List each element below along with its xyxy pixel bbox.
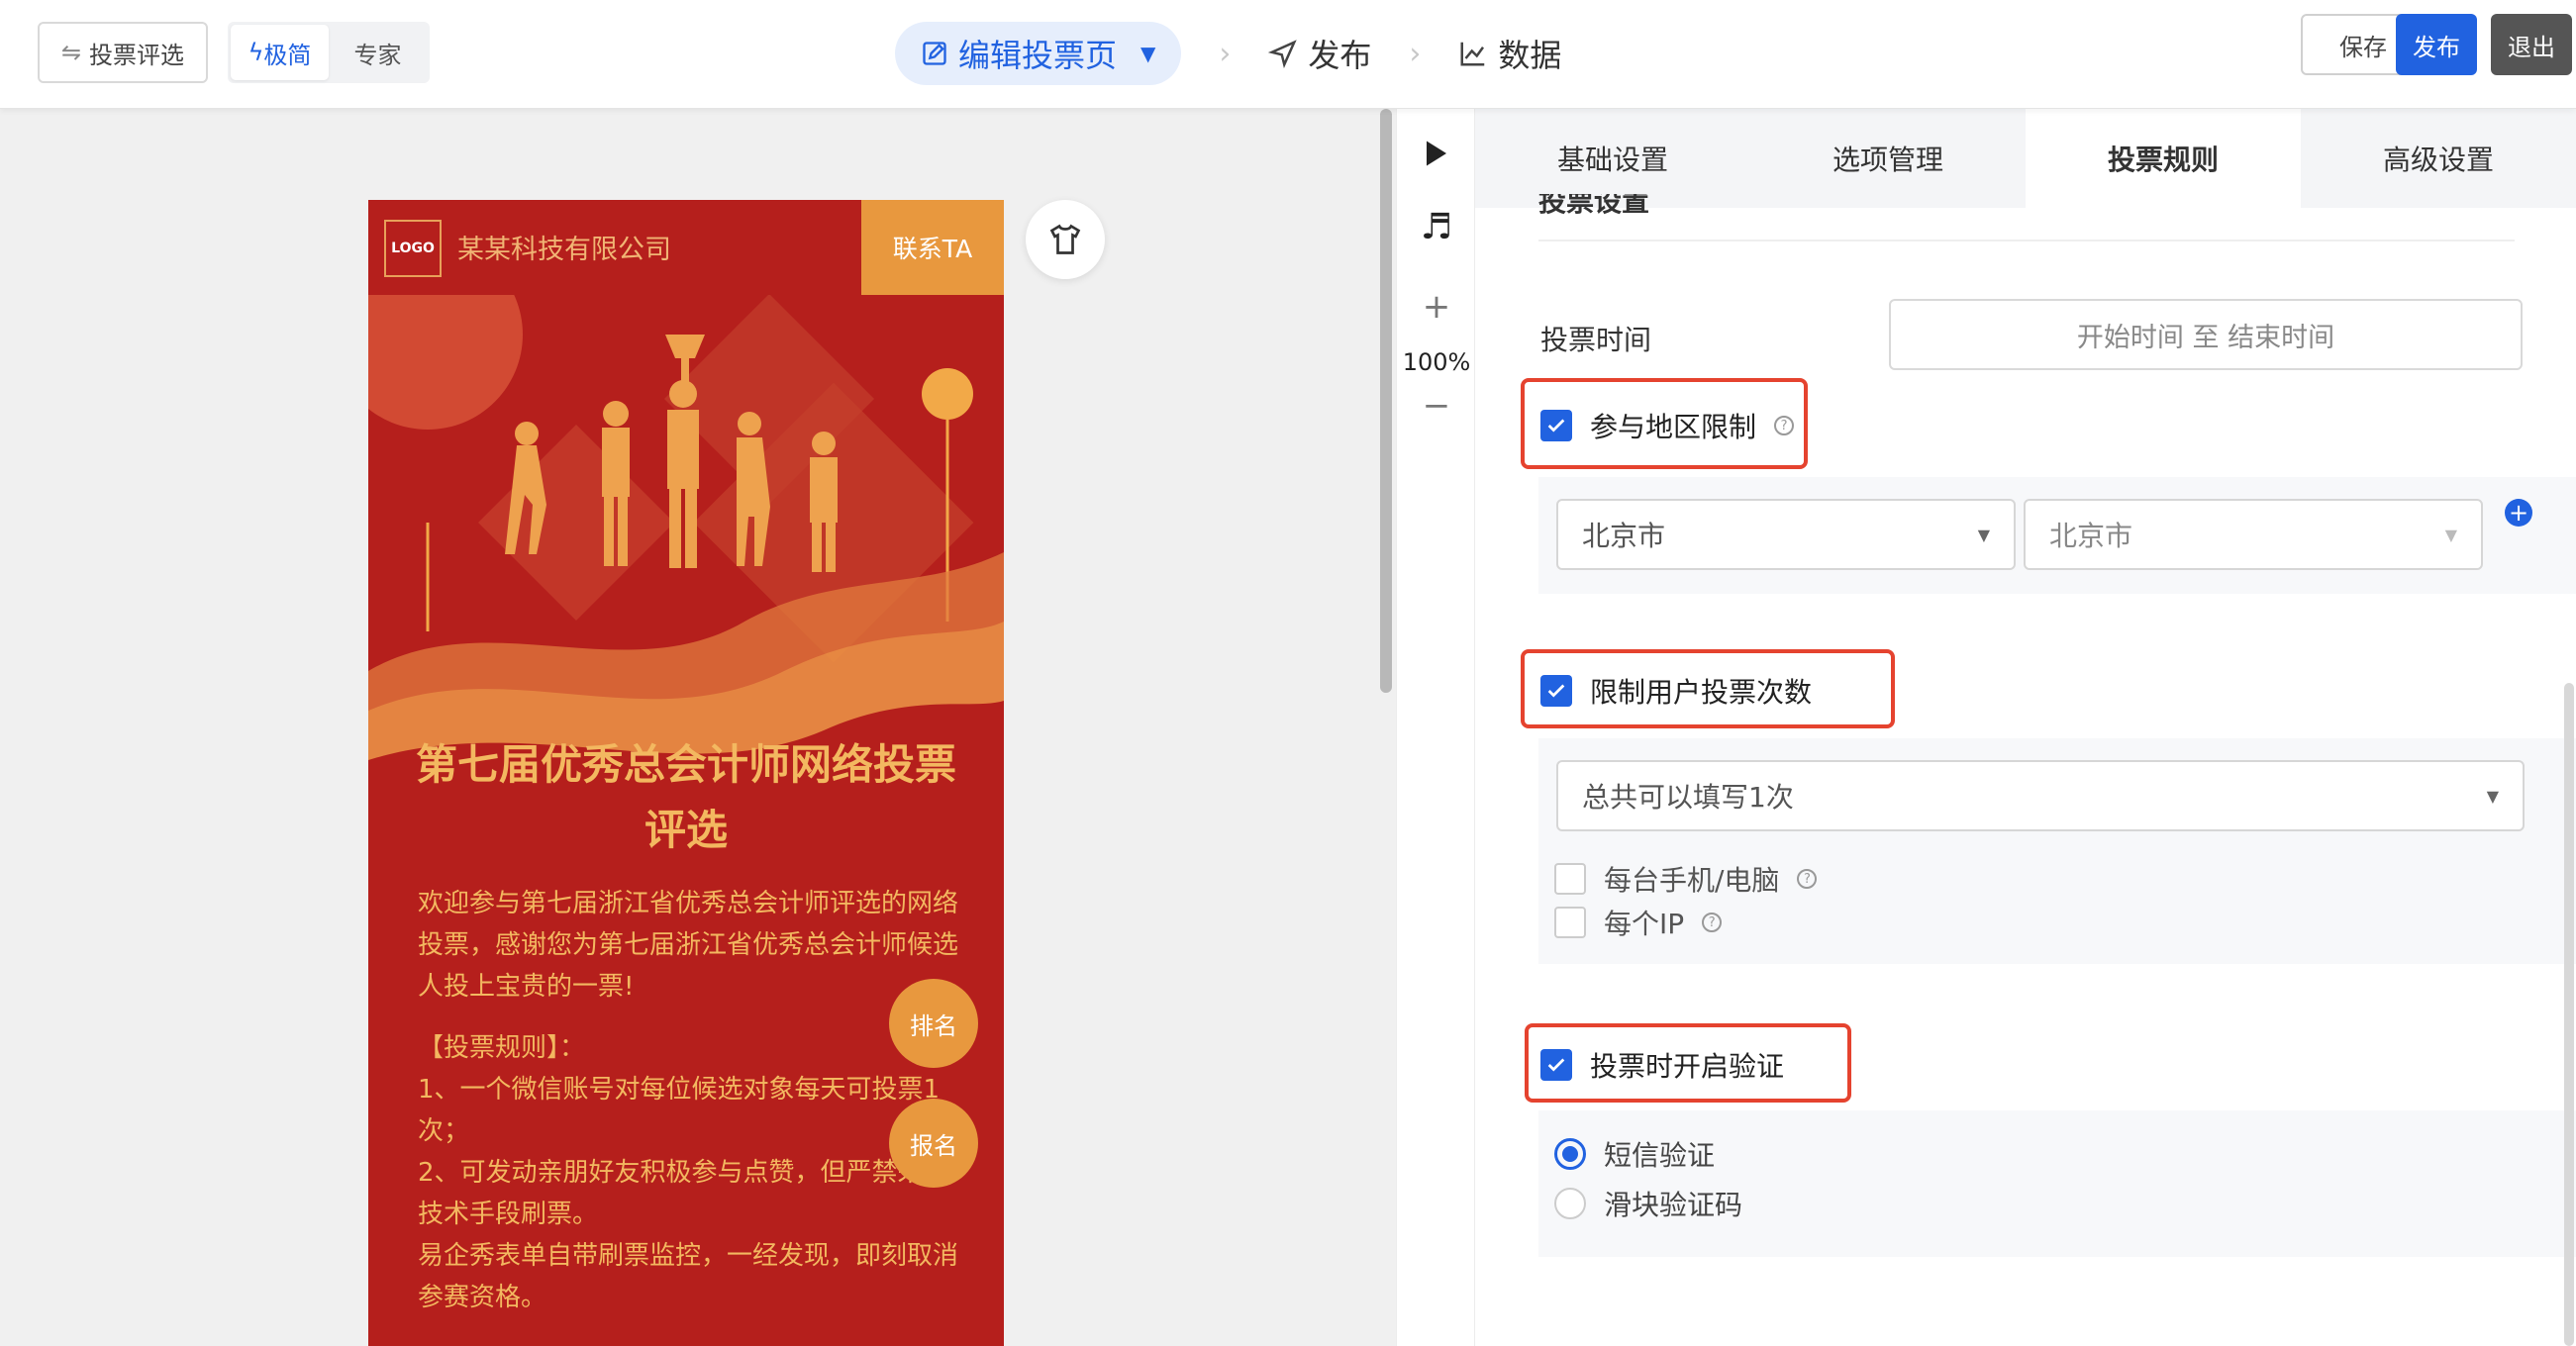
vote-title: 第七届优秀总会计师网络投票评选 xyxy=(415,740,956,854)
step-data-label: 数据 xyxy=(1498,37,1562,74)
edit-icon xyxy=(923,42,946,65)
tab-basic[interactable]: 基础设置 xyxy=(1475,109,1750,208)
step-edit[interactable]: 编辑投票页 ▼ xyxy=(895,22,1182,85)
limit-count-checkbox[interactable]: 限制用户投票次数 xyxy=(1540,671,1812,711)
mode-switch: ϟ 极简 专家 xyxy=(228,22,430,83)
verify-checkbox[interactable]: 投票时开启验证 xyxy=(1540,1045,1784,1085)
tab-vote-rules[interactable]: 投票规则 xyxy=(2026,109,2301,208)
help-icon[interactable]: ? xyxy=(1702,913,1723,932)
vote-description: 欢迎参与第七届浙江省优秀总会计师评选的网络投票，感谢您为第七届浙江省优秀总会计师… xyxy=(418,889,959,1002)
zoom-out-button[interactable]: − xyxy=(1397,386,1476,426)
panel-scrollbar[interactable] xyxy=(2564,683,2574,1346)
checkbox-unchecked-icon xyxy=(1554,863,1586,895)
per-device-label: 每台手机/电脑 xyxy=(1604,864,1780,897)
step-publish-label: 发布 xyxy=(1308,37,1372,74)
per-ip-label: 每个IP xyxy=(1604,908,1685,940)
divider xyxy=(1538,240,2515,241)
publish-button[interactable]: 发布 xyxy=(2396,14,2477,75)
lightning-icon: ϟ xyxy=(248,39,264,66)
theme-button[interactable] xyxy=(1026,200,1105,279)
phone-preview: LOGO 某某科技有限公司 联系TA 第七届优秀总会计师网络投票评选 欢迎参与第… xyxy=(368,200,1004,1346)
city-value: 北京市 xyxy=(2049,520,2133,552)
settings-panel: 基础设置 选项管理 投票规则 高级设置 投票设置 投票时间 开始时间 至 结束时… xyxy=(1475,109,2576,1346)
chevron-right-icon: › xyxy=(1409,36,1422,71)
rank-button[interactable]: 排名 xyxy=(889,979,978,1068)
chart-line-icon xyxy=(1460,42,1485,66)
checkbox-checked-icon xyxy=(1540,410,1572,441)
add-region-icon[interactable]: + xyxy=(2505,499,2532,527)
count-select[interactable]: 总共可以填写1次 ▼ xyxy=(1556,760,2525,831)
tab-options[interactable]: 选项管理 xyxy=(1750,109,2026,208)
region-limit-checkbox[interactable]: 参与地区限制 ? xyxy=(1540,406,1795,445)
back-label: 投票评选 xyxy=(89,41,185,69)
mode-simple-label: 极简 xyxy=(263,41,312,69)
verify-slider-label: 滑块验证码 xyxy=(1604,1189,1743,1221)
checkbox-checked-icon xyxy=(1540,1049,1572,1081)
mode-simple-button[interactable]: ϟ 极简 xyxy=(231,25,329,80)
phone-header: LOGO 某某科技有限公司 联系TA xyxy=(368,200,1004,295)
verify-label: 投票时开启验证 xyxy=(1590,1050,1785,1083)
limit-count-label: 限制用户投票次数 xyxy=(1590,676,1813,709)
radio-selected-icon xyxy=(1554,1138,1586,1170)
play-icon xyxy=(1427,141,1446,166)
caret-down-icon: ▼ xyxy=(2486,786,2499,806)
checkbox-unchecked-icon xyxy=(1554,907,1586,938)
province-select[interactable]: 北京市 ▼ xyxy=(1556,499,2016,570)
side-toolbar: ♬ + 100% − xyxy=(1396,109,1475,1346)
swap-icon: ⇋ xyxy=(60,39,82,66)
rule-item: 易企秀表单自带刷票监控，一经发现，即刻取消参赛资格。 xyxy=(418,1241,959,1312)
zoom-level: 100% xyxy=(1402,348,1471,376)
region-limit-label: 参与地区限制 xyxy=(1590,411,1757,443)
mode-expert-button[interactable]: 专家 xyxy=(329,25,427,80)
company-name: 某某科技有限公司 xyxy=(457,235,671,265)
back-button[interactable]: ⇋ 投票评选 xyxy=(38,22,208,83)
canvas-scrollbar[interactable] xyxy=(1380,109,1392,693)
vote-time-input[interactable]: 开始时间 至 结束时间 xyxy=(1889,299,2523,370)
help-icon[interactable]: ? xyxy=(1774,416,1795,435)
rules-heading: 【投票规则】： xyxy=(418,1033,586,1063)
vote-rules: 【投票规则】： 1、一个微信账号对每位候选对象每天可投票1次； 2、可发动亲朋好… xyxy=(418,1027,962,1318)
per-ip-checkbox[interactable]: 每个IP ? xyxy=(1554,903,1723,942)
step-edit-label: 编辑投票页 xyxy=(958,37,1118,74)
logo: LOGO xyxy=(384,220,442,277)
zoom-in-button[interactable]: + xyxy=(1397,287,1476,327)
checkbox-checked-icon xyxy=(1540,675,1572,707)
section-title: 投票设置 xyxy=(1538,194,1650,218)
city-select[interactable]: 北京市 ▼ xyxy=(2024,499,2483,570)
radio-unselected-icon xyxy=(1554,1188,1586,1219)
step-data[interactable]: 数据 xyxy=(1458,31,1561,76)
music-button[interactable]: ♬ xyxy=(1397,202,1476,251)
top-bar: ⇋ 投票评选 ϟ 极简 专家 编辑投票页 ▼ › 发布 › 数据 保存 发布 退出 xyxy=(0,0,2576,109)
per-device-checkbox[interactable]: 每台手机/电脑 ? xyxy=(1554,859,1818,899)
caret-down-icon: ▼ xyxy=(2444,525,2457,544)
step-nav: 编辑投票页 ▼ › 发布 › 数据 xyxy=(895,20,1561,87)
step-publish[interactable]: 发布 xyxy=(1268,31,1371,76)
vote-time-label: 投票时间 xyxy=(1540,324,1652,356)
verify-sms-label: 短信验证 xyxy=(1604,1139,1716,1172)
signup-button[interactable]: 报名 xyxy=(889,1099,978,1188)
send-icon xyxy=(1268,40,1298,68)
settings-tabs: 基础设置 选项管理 投票规则 高级设置 xyxy=(1475,109,2576,208)
music-icon: ♬ xyxy=(1420,206,1453,247)
count-value: 总共可以填写1次 xyxy=(1582,781,1794,814)
caret-down-icon: ▼ xyxy=(1140,42,1156,65)
rule-item: 2、可发动亲朋好友积极参与点赞，但严禁采取技术手段刷票。 xyxy=(418,1158,949,1229)
contact-button[interactable]: 联系TA xyxy=(861,200,1004,295)
tshirt-icon xyxy=(1049,224,1081,254)
verify-slider-radio[interactable]: 滑块验证码 xyxy=(1554,1184,1742,1223)
rule-item: 1、一个微信账号对每位候选对象每天可投票1次； xyxy=(418,1075,941,1146)
caret-down-icon: ▼ xyxy=(1977,525,1990,544)
play-button[interactable] xyxy=(1397,129,1476,178)
help-icon[interactable]: ? xyxy=(1797,869,1818,889)
province-value: 北京市 xyxy=(1582,520,1666,552)
chevron-right-icon: › xyxy=(1219,36,1232,71)
tab-advanced[interactable]: 高级设置 xyxy=(2301,109,2576,208)
mode-expert-label: 专家 xyxy=(353,41,402,69)
verify-sms-radio[interactable]: 短信验证 xyxy=(1554,1134,1715,1174)
exit-button[interactable]: 退出 xyxy=(2491,14,2572,75)
